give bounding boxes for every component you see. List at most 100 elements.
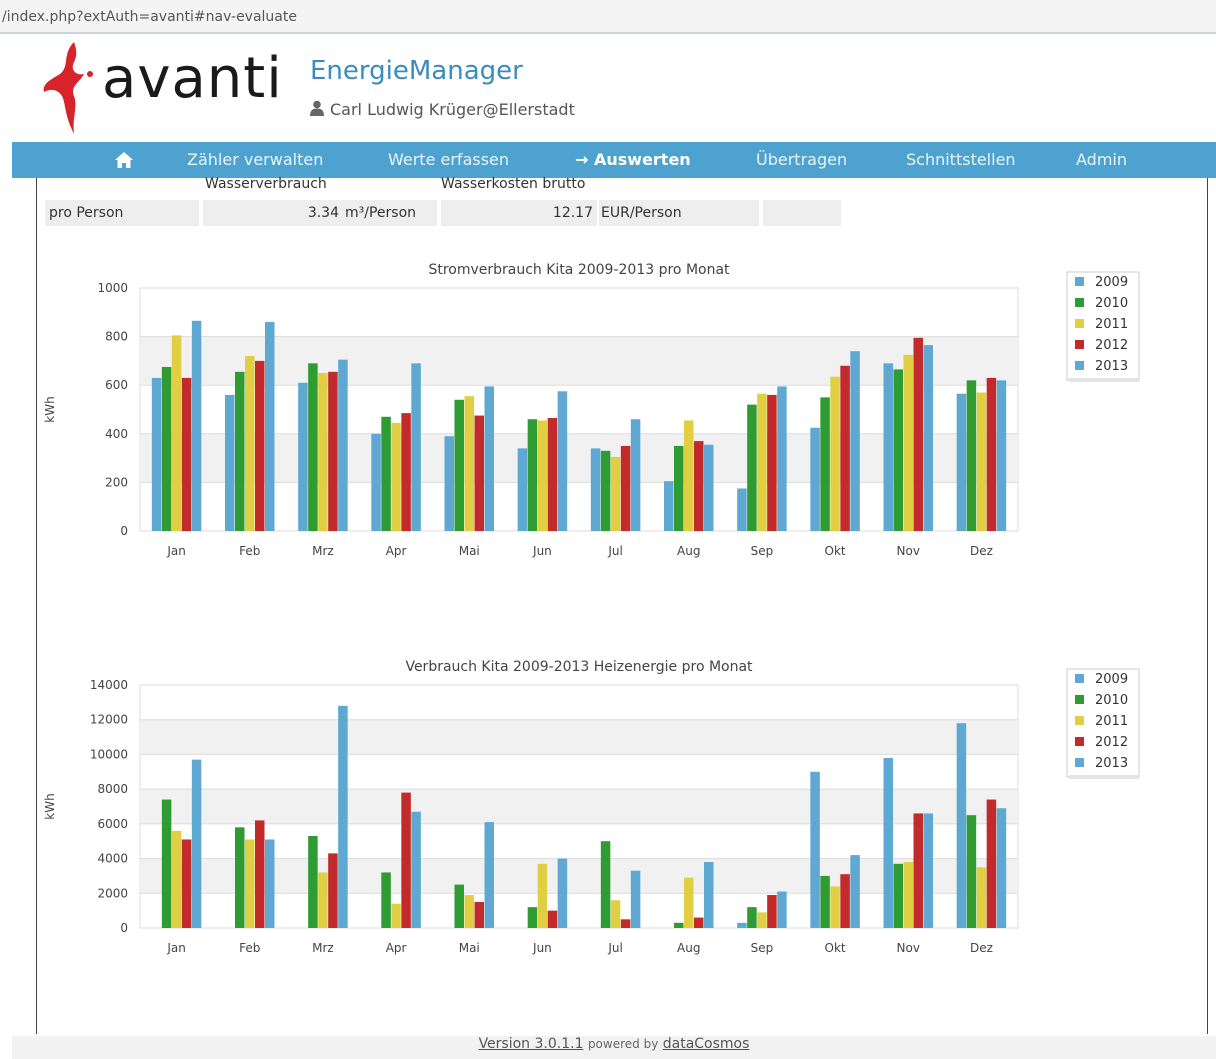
bar-2011-nov xyxy=(903,862,913,928)
bar-2010-jul xyxy=(600,450,611,531)
strom-chart: Stromverbrauch Kita 2009-2013 pro Monat 0… xyxy=(43,262,1140,558)
nav-item-schnittstellen[interactable]: Schnittstellen xyxy=(906,150,1016,169)
bar-2010-feb xyxy=(235,371,245,531)
bar-2013-dez xyxy=(996,808,1007,928)
bar-2013-okt xyxy=(850,855,860,928)
legend-label-2013: 2013 xyxy=(1095,756,1128,771)
y-tick-label: 0 xyxy=(120,524,128,538)
bar-2012-okt xyxy=(840,874,850,928)
bar-2009-aug xyxy=(664,481,674,531)
bar-2011-mrz xyxy=(318,872,328,928)
bar-2012-aug xyxy=(694,441,704,531)
bar-2012-dez xyxy=(986,377,997,531)
bar-2012-sep xyxy=(767,895,777,928)
bar-2013-jul xyxy=(630,870,641,928)
y-tick-label: 2000 xyxy=(97,886,128,900)
legend-label-2011: 2011 xyxy=(1095,714,1128,729)
bar-2013-sep xyxy=(777,386,787,531)
bar-2011-dez xyxy=(976,392,987,531)
bar-2011-feb xyxy=(245,839,255,928)
main-nav: Zähler verwalten Werte erfassen → Auswer… xyxy=(12,142,1216,178)
bar-2013-apr xyxy=(411,363,421,531)
x-tick-label: Mai xyxy=(459,941,480,955)
bar-2009-feb xyxy=(225,394,235,531)
bar-2013-nov xyxy=(923,813,933,928)
bar-2013-aug xyxy=(704,862,714,928)
x-tick-label: Okt xyxy=(825,544,846,558)
bar-2011-dez xyxy=(976,867,987,928)
grid-band xyxy=(140,719,1018,755)
bar-2012-jul xyxy=(620,919,631,928)
bar-2011-mai xyxy=(464,895,474,928)
bar-2013-feb xyxy=(265,839,275,928)
nav-item-admin[interactable]: Admin xyxy=(1076,150,1127,169)
legend-label-2012: 2012 xyxy=(1095,735,1128,750)
bar-2009-okt xyxy=(810,427,820,531)
bar-2011-mrz xyxy=(318,373,328,531)
x-tick-label: Aug xyxy=(677,544,700,558)
bar-2012-okt xyxy=(840,365,850,531)
x-tick-label: Mrz xyxy=(312,941,334,955)
home-icon[interactable] xyxy=(114,151,134,169)
chart-title: Stromverbrauch Kita 2009-2013 pro Monat xyxy=(428,262,730,278)
bar-2009-mrz xyxy=(298,382,308,531)
x-tick-label: Sep xyxy=(751,941,774,955)
legend-swatch-2012 xyxy=(1075,737,1084,746)
water-unit: m³/Person xyxy=(345,205,417,221)
y-tick-label: 0 xyxy=(120,921,128,935)
x-tick-label: Aug xyxy=(677,941,700,955)
app-header: avanti EnergieManager Carl Ludwig Krüger… xyxy=(12,34,1216,142)
row-label: pro Person xyxy=(49,205,124,221)
bar-2009-dez xyxy=(956,393,967,531)
bar-2010-okt xyxy=(820,397,830,531)
x-tick-label: Feb xyxy=(239,544,260,558)
row-label-cell: pro Person xyxy=(45,200,199,226)
bar-2012-mrz xyxy=(328,371,338,531)
footer: Version 3.0.1.1 powered by dataCosmos xyxy=(12,1036,1216,1059)
legend-shadow xyxy=(1069,775,1139,779)
x-tick-label: Mrz xyxy=(312,544,334,558)
legend-swatch-2013 xyxy=(1075,758,1084,767)
legend-swatch-2009 xyxy=(1075,674,1084,683)
heiz-chart: Verbrauch Kita 2009-2013 Heizenergie pro… xyxy=(43,659,1140,955)
bar-2012-sep xyxy=(767,394,777,531)
y-tick-label: 400 xyxy=(105,427,128,441)
bar-2013-nov xyxy=(923,345,933,531)
x-tick-label: Dez xyxy=(970,941,993,955)
bar-2011-mai xyxy=(464,396,474,531)
version-link[interactable]: Version 3.0.1.1 xyxy=(479,1036,584,1052)
bar-2012-dez xyxy=(986,799,997,928)
bar-2013-jul xyxy=(630,419,641,531)
bar-2013-jun xyxy=(557,391,568,531)
y-axis-label: kWh xyxy=(43,793,57,819)
bar-2010-sep xyxy=(747,404,757,531)
bar-2012-jun xyxy=(547,418,558,531)
bar-2010-apr xyxy=(381,872,391,928)
x-tick-label: Jul xyxy=(607,941,622,955)
bar-2010-nov xyxy=(893,369,903,531)
bar-2013-dez xyxy=(996,380,1007,531)
x-tick-label: Jun xyxy=(532,544,552,558)
nav-item-auswerten[interactable]: → Auswerten xyxy=(575,150,691,169)
bar-2013-okt xyxy=(850,351,860,531)
legend-label-2010: 2010 xyxy=(1095,693,1128,708)
chart-legend: 2009 2010 2011 2012 2013 xyxy=(1066,271,1140,382)
x-tick-label: Jan xyxy=(166,544,186,558)
bar-2009-apr xyxy=(371,433,381,531)
bar-2012-mai xyxy=(474,901,484,928)
x-tick-label: Nov xyxy=(897,544,920,558)
vendor-link[interactable]: dataCosmos xyxy=(663,1036,750,1052)
bar-2013-jan xyxy=(191,320,202,531)
bar-2011-sep xyxy=(757,912,767,928)
legend-swatch-2009 xyxy=(1075,277,1084,286)
x-tick-label: Sep xyxy=(751,544,774,558)
address-bar[interactable]: /index.php?extAuth=avanti#nav-evaluate xyxy=(0,0,1216,34)
bar-2011-feb xyxy=(245,356,255,531)
legend-swatch-2010 xyxy=(1075,298,1084,307)
water-cost-header: Wasserkosten brutto xyxy=(441,176,586,192)
nav-item-uebertragen[interactable]: Übertragen xyxy=(756,150,847,169)
nav-item-zaehler[interactable]: Zähler verwalten xyxy=(187,150,323,169)
legend-label-2009: 2009 xyxy=(1095,275,1128,290)
nav-item-werte[interactable]: Werte erfassen xyxy=(388,150,509,169)
address-url[interactable]: /index.php?extAuth=avanti#nav-evaluate xyxy=(2,9,297,25)
